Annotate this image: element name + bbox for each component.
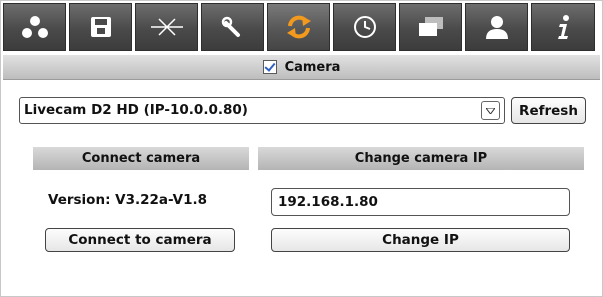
camera-select-value: Livecam D2 HD (IP-10.0.0.80) bbox=[24, 102, 248, 118]
refresh-button[interactable]: Refresh bbox=[511, 97, 586, 124]
tab-settings[interactable] bbox=[201, 3, 264, 51]
camera-select[interactable]: Livecam D2 HD (IP-10.0.0.80) bbox=[19, 97, 505, 124]
tab-user[interactable] bbox=[465, 3, 528, 51]
change-ip-button[interactable]: Change IP bbox=[271, 228, 570, 252]
tab-antenna[interactable] bbox=[135, 3, 198, 51]
save-disk-icon bbox=[90, 17, 111, 37]
camera-enable-checkbox[interactable] bbox=[262, 60, 277, 74]
select-dropdown-button[interactable] bbox=[481, 101, 500, 120]
sync-arrows-icon bbox=[286, 15, 311, 39]
windows-icon bbox=[418, 17, 443, 36]
tab-save[interactable] bbox=[69, 3, 132, 51]
clock-icon bbox=[353, 16, 376, 38]
version-text: Version: V3.22a-V1.8 bbox=[48, 192, 208, 208]
connect-to-camera-button[interactable]: Connect to camera bbox=[45, 228, 235, 252]
wrench-icon bbox=[221, 16, 240, 37]
info-icon bbox=[558, 15, 569, 39]
tab-network[interactable] bbox=[3, 3, 66, 51]
camera-header-label: Camera bbox=[284, 59, 341, 75]
tab-schedule[interactable] bbox=[333, 3, 396, 51]
camera-section-header: Camera bbox=[3, 55, 600, 80]
user-icon bbox=[485, 16, 508, 39]
chevron-down-icon bbox=[486, 107, 495, 114]
network-nodes-icon bbox=[21, 16, 48, 38]
connect-camera-heading: Connect camera bbox=[33, 147, 249, 170]
tab-info[interactable] bbox=[531, 3, 595, 51]
tab-sync[interactable] bbox=[267, 3, 330, 51]
ip-address-field[interactable]: 192.168.1.80 bbox=[271, 188, 570, 216]
change-ip-heading: Change camera IP bbox=[258, 147, 584, 170]
antenna-signal-icon bbox=[150, 18, 183, 36]
tab-windows[interactable] bbox=[399, 3, 462, 51]
main-toolbar bbox=[3, 3, 600, 51]
